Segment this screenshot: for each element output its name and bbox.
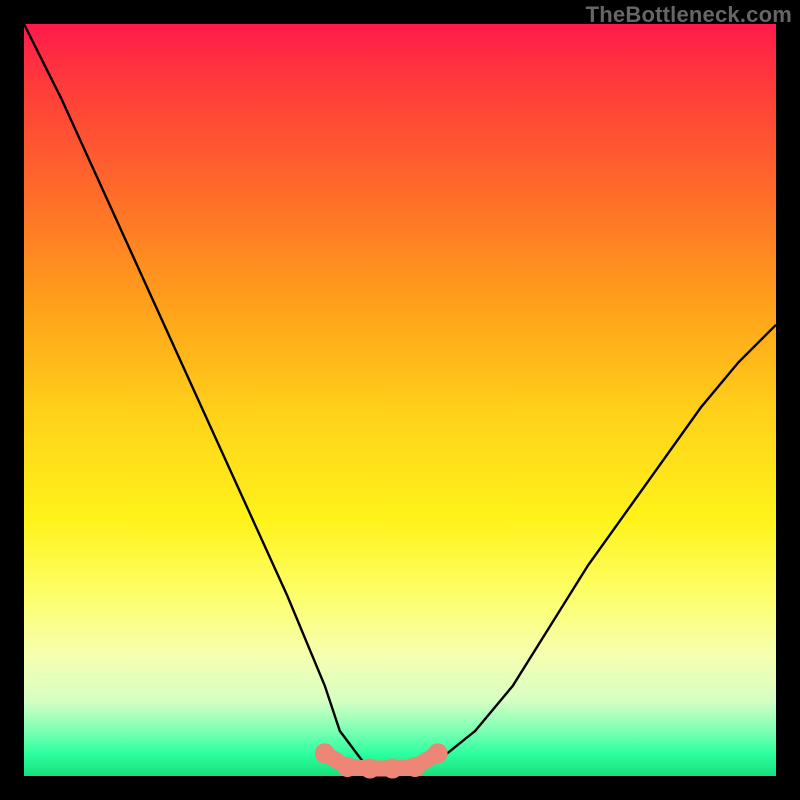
floor-marker-dot: [360, 759, 380, 779]
floor-marker-dot: [315, 743, 335, 763]
chart-frame: TheBottleneck.com: [0, 0, 800, 800]
floor-marker-dot: [428, 743, 448, 763]
floor-marker-dot: [405, 757, 425, 777]
floor-markers: [315, 743, 448, 778]
bottleneck-curve: [24, 24, 776, 769]
chart-overlay: [24, 24, 776, 776]
floor-marker-dot: [337, 757, 357, 777]
floor-marker-dot: [383, 759, 403, 779]
